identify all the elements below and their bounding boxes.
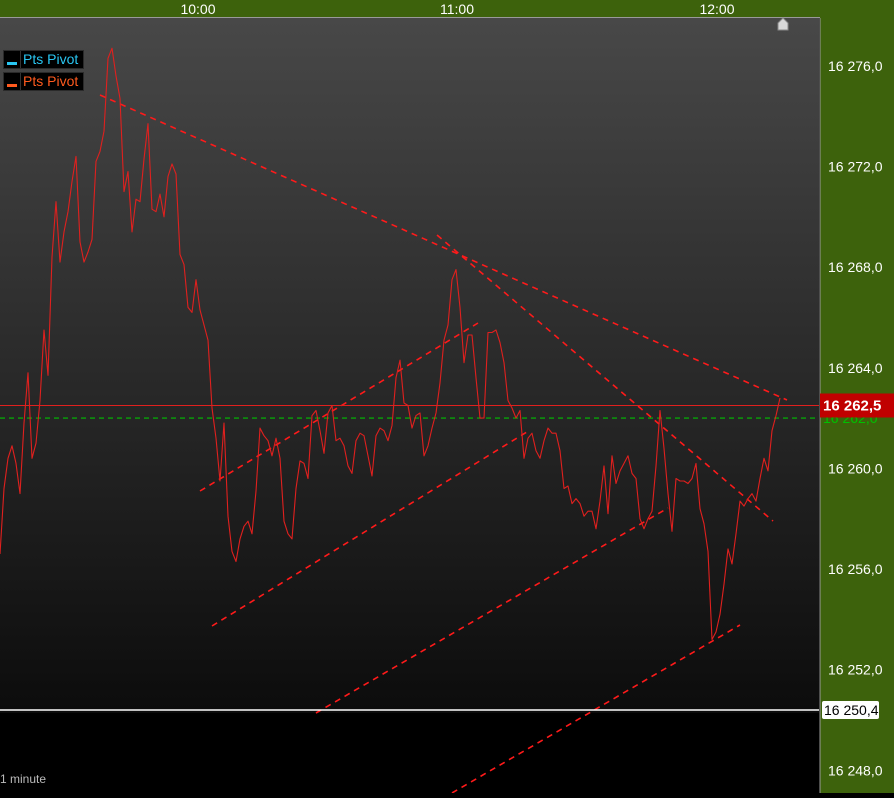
legend-swatch-2	[4, 73, 21, 90]
legend-label: Pts Pivot	[23, 73, 79, 89]
y-tick-label: 16 256,0	[828, 561, 883, 577]
plot-area	[0, 18, 819, 713]
y-tick-label: 16 252,0	[828, 662, 883, 678]
x-tick-label: 12:00	[699, 1, 734, 17]
white-level-label: 16 250,4	[824, 702, 879, 718]
chart: 16 262,0 16 262,5 16 250,4 10:00 11:00 12:00…	[0, 0, 894, 794]
y-tick-label: 16 264,0	[828, 360, 883, 376]
legend-item-pts-pivot-2[interactable]: Pts Pivot	[3, 72, 85, 91]
y-tick-label: 16 260,0	[828, 460, 883, 476]
legend-color-mark	[7, 62, 17, 65]
y-tick-label: 16 272,0	[828, 158, 883, 174]
timeframe-label: 1 minute	[0, 772, 47, 786]
legend-color-mark	[7, 84, 17, 87]
lower-panel	[0, 713, 819, 793]
last-price-label: 16 262,5	[823, 398, 881, 415]
y-tick-label: 16 248,0	[828, 762, 883, 778]
x-tick-label: 11:00	[440, 1, 474, 17]
y-tick-label: 16 268,0	[828, 259, 883, 275]
legend-label: Pts Pivot	[23, 51, 79, 67]
y-tick-label: 16 276,0	[828, 58, 883, 74]
x-tick-label: 10:00	[180, 1, 215, 17]
legend-item-pts-pivot-1[interactable]: Pts Pivot	[3, 50, 85, 69]
legend-swatch-1	[4, 51, 21, 68]
chart-canvas: 16 262,016 262,516 250,4 10:00 11:00 12:00…	[0, 0, 894, 794]
